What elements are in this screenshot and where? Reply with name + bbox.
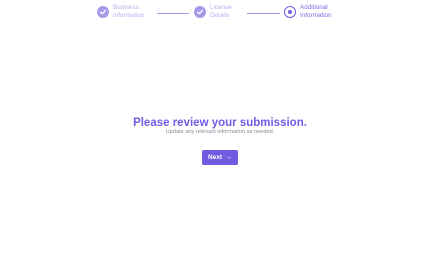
- current-step-icon: [284, 6, 296, 18]
- progress-stepper: Business Information License Details Add…: [97, 4, 347, 26]
- arrow-right-icon: →: [225, 154, 233, 161]
- step-additional-information: Additional Information: [284, 4, 338, 20]
- next-button[interactable]: Next →: [202, 150, 238, 165]
- step-license-details: License Details: [194, 4, 248, 20]
- check-icon: [194, 6, 206, 18]
- page-subtitle: Update any relevant information as neede…: [165, 129, 275, 135]
- step-label: License Details: [210, 4, 232, 19]
- step-label: Additional Information: [300, 4, 332, 19]
- check-icon: [97, 6, 109, 18]
- step-business-information: Business Information: [97, 4, 151, 20]
- step-connector: [247, 13, 280, 14]
- step-connector: [157, 13, 189, 14]
- next-button-label: Next: [207, 154, 223, 161]
- step-label: Business Information: [113, 4, 145, 19]
